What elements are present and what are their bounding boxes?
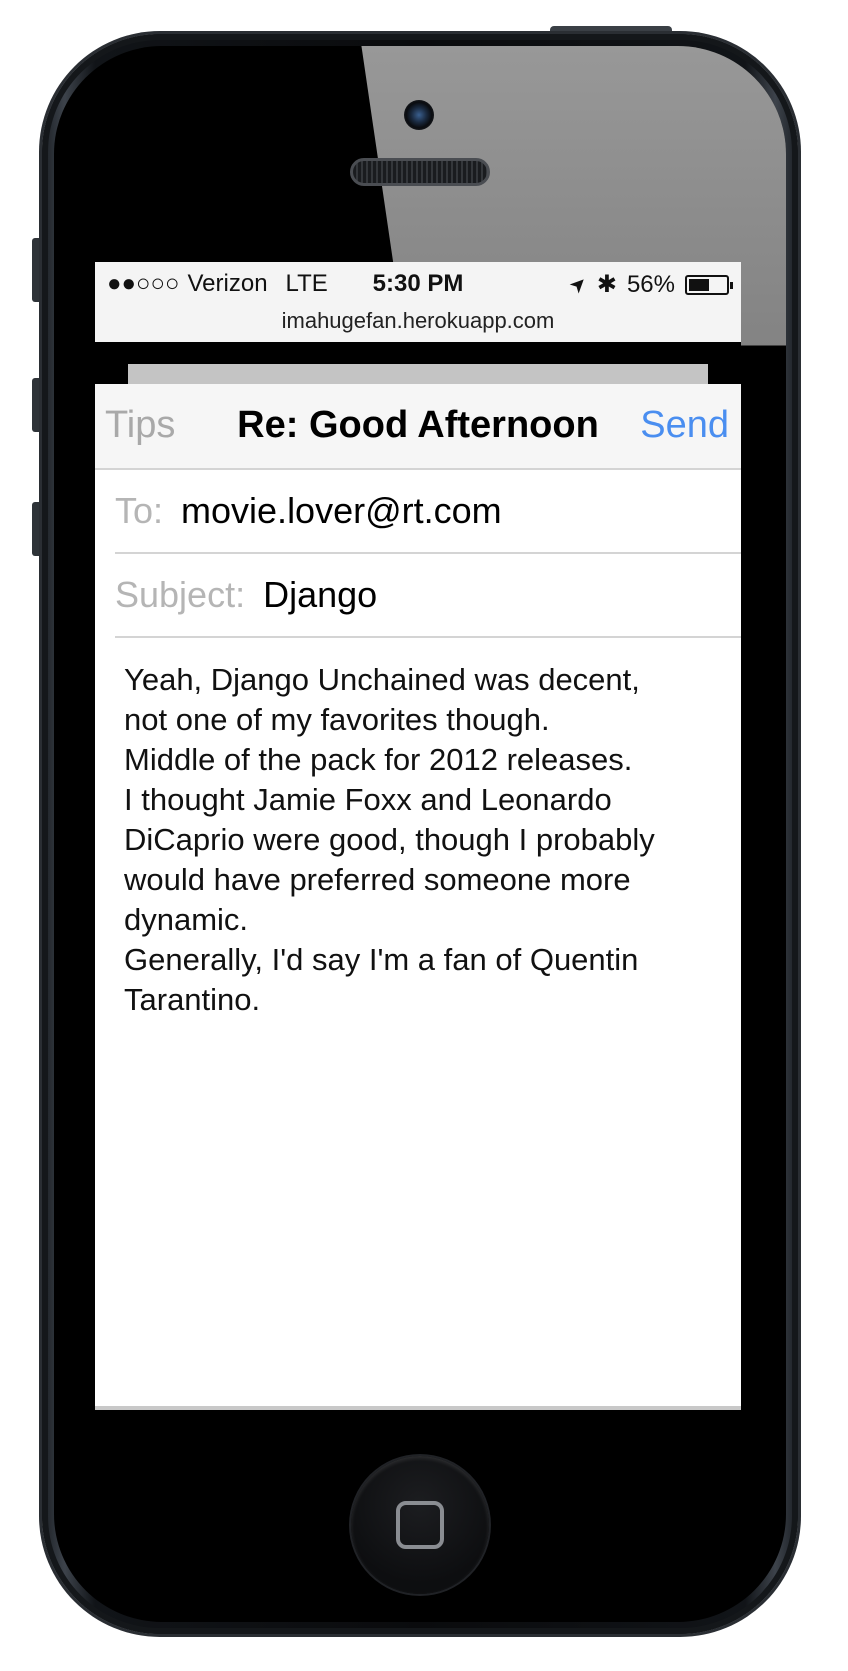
status-right: ➤ ✱ 56% — [565, 270, 733, 299]
to-label: To: — [115, 490, 164, 531]
body-line: Yeah, Django Unchained was decent, — [124, 662, 640, 697]
message-body[interactable]: Yeah, Django Unchained was decent, not o… — [95, 638, 741, 1020]
to-row: To: — [115, 470, 741, 554]
page-url[interactable]: imahugefan.herokuapp.com — [95, 308, 741, 334]
battery-icon — [685, 274, 733, 295]
send-button[interactable]: Send — [640, 404, 729, 447]
body-line: DiCaprio were good, though I probably — [124, 822, 655, 857]
home-button[interactable] — [351, 1456, 489, 1594]
subject-row: Subject: — [115, 554, 741, 638]
subject-field[interactable] — [263, 574, 741, 616]
battery-tip — [730, 281, 733, 289]
compose-nav-bar: Tips Re: Good Afternoon Send — [95, 384, 741, 470]
status-bar: ●●○○○ Verizon LTE 5:30 PM ➤ ✱ 56% imahug… — [95, 262, 741, 342]
body-line: would have preferred someone more — [124, 862, 631, 897]
body-line: not one of my favorites though. — [124, 702, 550, 737]
battery-percent: 56% — [626, 270, 675, 298]
body-line: Middle of the pack for 2012 releases. — [124, 742, 633, 777]
battery-fill — [689, 278, 710, 291]
subject-label: Subject: — [115, 574, 246, 615]
screen-bottom-edge — [95, 1406, 741, 1410]
phone-screen: ●●○○○ Verizon LTE 5:30 PM ➤ ✱ 56% imahug… — [95, 262, 741, 1406]
body-line: dynamic. — [124, 902, 249, 937]
body-line: Generally, I'd say I'm a fan of Quentin — [124, 942, 639, 977]
toolbar-edge — [128, 364, 708, 384]
browser-chrome-strip — [95, 342, 741, 384]
to-field[interactable] — [181, 490, 741, 532]
body-line: Tarantino. — [124, 982, 261, 1017]
bluetooth-icon: ✱ — [596, 271, 617, 298]
home-square-icon — [396, 1501, 444, 1549]
body-line: I thought Jamie Foxx and Leonardo — [124, 782, 612, 817]
earpiece-speaker — [350, 158, 490, 186]
front-camera-icon — [404, 100, 434, 130]
